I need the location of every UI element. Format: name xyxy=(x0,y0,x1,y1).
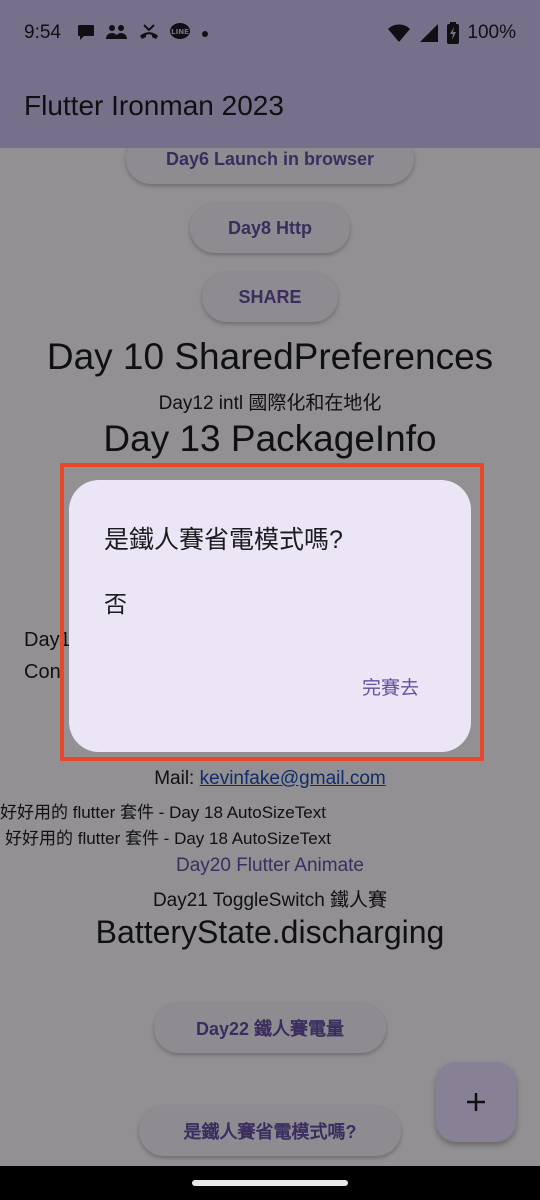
home-gesture-handle[interactable] xyxy=(192,1180,348,1186)
navigation-bar xyxy=(0,1166,540,1200)
highlight-box xyxy=(60,463,484,761)
